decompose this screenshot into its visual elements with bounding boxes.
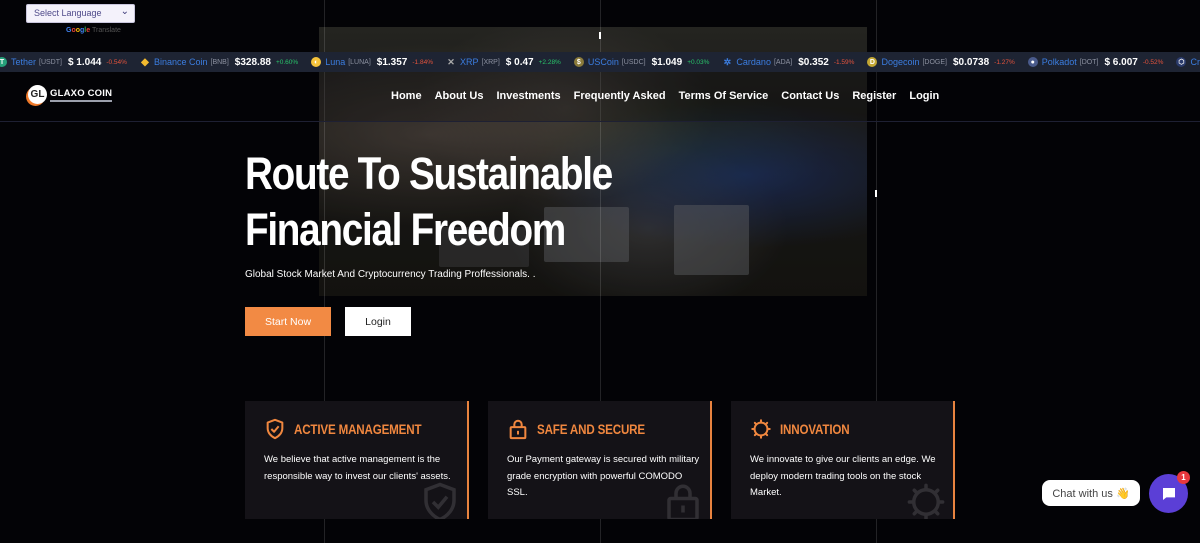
nav-home[interactable]: Home: [391, 90, 422, 102]
gear-icon: [907, 483, 945, 519]
ticker-coin-name: Luna: [325, 57, 346, 67]
ticker-coin-change: -1.27%: [994, 58, 1015, 66]
hero-title: Route To Sustainable Financial Freedom: [245, 146, 613, 258]
ticker-coin-name: Binance Coin: [153, 57, 208, 67]
hero-title-line-2: Financial Freedom: [245, 204, 566, 255]
shield-check-icon: [266, 418, 284, 440]
ticker-coin-price: $1.049: [651, 56, 683, 68]
ticker-item[interactable]: $ USCoin [USDC] $1.049 +0.03%: [573, 56, 710, 68]
chat-notification-badge: 1: [1177, 471, 1190, 484]
laptop-shape: [674, 205, 749, 275]
ticker-coin-name: USCoin: [587, 57, 619, 67]
feature-card-safe-and-secure: SAFE AND SECURE Our Payment gateway is s…: [488, 401, 712, 519]
crypto-com-icon: ⬡: [1176, 57, 1187, 67]
feature-card-active-management: ACTIVE MANAGEMENT We believe that active…: [245, 401, 469, 519]
ticker-coin-price: $0.0738: [953, 56, 990, 68]
ticker-coin-symbol: [USDT]: [39, 58, 62, 66]
nav-contact-us[interactable]: Contact Us: [781, 90, 839, 102]
site-header: GL GLAXO COIN Home About Us Investments …: [0, 72, 1200, 122]
luna-icon: ◐: [311, 57, 322, 67]
language-select[interactable]: Select Language ⌄: [26, 4, 135, 23]
cardano-icon: ✲: [723, 56, 732, 67]
gear-icon: [751, 419, 771, 439]
chat-with-us-bubble[interactable]: Chat with us 👋: [1042, 480, 1140, 506]
ticker-coin-change: +2.28%: [538, 58, 561, 66]
ticker-coin-symbol: [DOT]: [1079, 58, 1099, 66]
feature-card-innovation: INNOVATION We innovate to give our clien…: [731, 401, 955, 519]
ticker-coin-price: $328.88: [234, 56, 271, 68]
dogecoin-icon: D: [867, 57, 878, 67]
language-select-label: Select Language: [34, 8, 102, 18]
feature-title: INNOVATION: [780, 421, 850, 437]
feature-title: SAFE AND SECURE: [537, 421, 645, 437]
ticker-coin-name: Tether: [11, 57, 37, 67]
nav-faq[interactable]: Frequently Asked: [574, 90, 666, 102]
ticker-item[interactable]: ◐ Luna [LUNA] $1.357 -1.84%: [311, 57, 433, 68]
ticker-item[interactable]: ✲ Cardano [ADA] $0.352 -1.59%: [722, 56, 855, 68]
ticker-coin-price: $ 0.47: [505, 56, 534, 68]
google-logo: Google: [66, 27, 91, 34]
ticker-item[interactable]: ◆ Binance Coin [BNB] $328.88 +0.60%: [140, 57, 298, 68]
ticker-item[interactable]: ● Polkadot [DOT] $ 6.007 -0.52%: [1027, 56, 1164, 68]
ticker-coin-change: +0.03%: [687, 58, 710, 66]
ticker-coin-name: Crypto.com Chain: [1190, 57, 1200, 67]
ticker-coin-symbol: [LUNA]: [348, 58, 371, 66]
ticker-coin-change: -1.84%: [412, 58, 433, 66]
ticker-coin-symbol: [ADA]: [773, 58, 793, 66]
ticker-coin-name: Dogecoin: [881, 57, 920, 67]
nav-login[interactable]: Login: [909, 90, 939, 102]
feature-title: ACTIVE MANAGEMENT: [294, 421, 422, 437]
ticker-item[interactable]: T Tether [USDT] $ 1.044 -0.54%: [0, 57, 127, 68]
lock-icon: [667, 484, 699, 519]
ticker-item[interactable]: ⬡Crypto.com Chain[CRO]: [1176, 57, 1200, 67]
translate-text: Translate: [91, 27, 121, 34]
hero-subtitle: Global Stock Market And Cryptocurrency T…: [245, 269, 536, 280]
ticker-coin-symbol: [XRP]: [481, 58, 500, 66]
ticker-coin-symbol: [BNB]: [210, 58, 229, 66]
ticker-coin-name: Cardano: [736, 57, 771, 67]
xrp-icon: ✕: [447, 56, 455, 67]
hero-login-button[interactable]: Login: [345, 307, 411, 336]
ticker-item[interactable]: ✕ XRP [XRP] $ 0.47 +2.28%: [446, 57, 561, 68]
hero-title-line-1: Route To Sustainable: [245, 148, 613, 199]
binance-icon: ◆: [141, 56, 149, 68]
chat-icon: [1162, 487, 1175, 500]
start-now-button[interactable]: Start Now: [245, 307, 331, 336]
slider-marker: [599, 32, 601, 39]
usdc-icon: $: [573, 57, 584, 67]
site-logo[interactable]: GL GLAXO COIN: [28, 85, 113, 104]
ticker-coin-change: -1.59%: [833, 58, 855, 66]
ticker-coin-change: -0.52%: [1142, 58, 1164, 66]
ticker-coin-change: -0.54%: [106, 58, 127, 66]
crypto-ticker: T Tether [USDT] $ 1.044 -0.54% ◆ Binance Coin[…: [0, 52, 1200, 72]
ticker-coin-price: $ 1.044: [67, 56, 102, 68]
nav-about-us[interactable]: About Us: [435, 90, 484, 102]
ticker-coin-price: $ 6.007: [1104, 56, 1138, 68]
ticker-coin-change: +0.60%: [275, 58, 299, 66]
nav-terms[interactable]: Terms Of Service: [679, 90, 769, 102]
polkadot-icon: ●: [1027, 57, 1038, 67]
tether-icon: T: [0, 57, 7, 67]
ticker-coin-price: $0.352: [798, 56, 829, 68]
lock-icon: [509, 419, 527, 440]
logo-badge: GL: [28, 85, 47, 104]
nav-register[interactable]: Register: [852, 90, 896, 102]
ticker-coin-name: XRP: [459, 57, 479, 67]
ticker-coin-symbol: [DOGE]: [922, 58, 947, 66]
nav-investments[interactable]: Investments: [496, 90, 560, 102]
chevron-down-icon: ⌄: [120, 6, 129, 17]
google-translate-credit: Google Translate: [66, 27, 121, 34]
ticker-item[interactable]: D Dogecoin [DOGE] $0.0738 -1.27%: [867, 56, 1015, 68]
ticker-coin-price: $1.357: [376, 56, 408, 68]
main-nav: Home About Us Investments Frequently Ask…: [391, 90, 952, 102]
slider-marker: [875, 190, 877, 197]
shield-check-icon: [424, 482, 456, 519]
ticker-coin-name: Polkadot: [1041, 57, 1077, 67]
logo-text: GLAXO COIN: [50, 88, 113, 102]
ticker-coin-symbol: [USDC]: [621, 58, 646, 66]
